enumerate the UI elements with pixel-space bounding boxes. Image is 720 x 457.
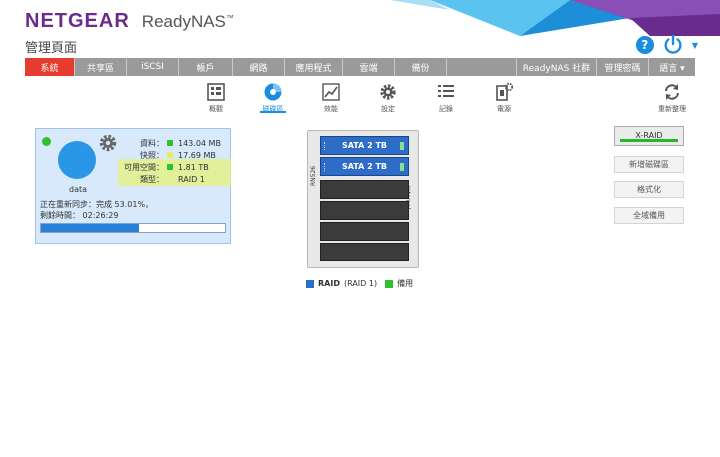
subnav-settings[interactable]: 設定: [368, 82, 408, 114]
empty-bay-6[interactable]: [320, 243, 409, 261]
chevron-down-icon[interactable]: ▼: [692, 41, 698, 50]
readynas-admin-page: NETGEAR ReadyNAS™ 管理頁面 ? ▼ 系統 共享區 iSCSI …: [0, 0, 720, 457]
new-volume-button[interactable]: 新增磁碟區: [614, 156, 684, 173]
help-icon[interactable]: ?: [635, 36, 654, 54]
disk-led: [400, 142, 404, 150]
product-name: ReadyNAS™: [141, 12, 234, 31]
chassis-model: RN526: [310, 165, 317, 186]
disk-bay-2[interactable]: SATA 2 TB: [320, 157, 409, 176]
tab-admin-password[interactable]: 管理密碼: [597, 58, 649, 76]
nav-spacer: [447, 58, 517, 76]
progress-fill: [41, 224, 139, 232]
format-button[interactable]: 格式化: [614, 181, 684, 198]
main-nav: 系統 共享區 iSCSI 帳戶 網路 應用程式 雲端 備份 ReadyNAS 社…: [25, 58, 695, 76]
tab-apps[interactable]: 應用程式: [285, 58, 343, 76]
page-title: 管理頁面: [25, 41, 78, 56]
sub-toolbar: 概觀 磁碟區 效能 設定 記錄 電源 重新整理: [0, 82, 720, 118]
netgear-logo: NETGEAR: [25, 10, 130, 32]
empty-bay-3[interactable]: [320, 180, 409, 199]
status-dot: [42, 137, 51, 146]
xraid-button[interactable]: X-RAID: [614, 126, 684, 146]
volume-icon: [264, 83, 282, 101]
disk-legend: RAID (RAID 1) 備用: [306, 278, 413, 289]
gear-icon[interactable]: [98, 133, 118, 153]
subnav-performance[interactable]: 效能: [311, 82, 351, 114]
brand: NETGEAR ReadyNAS™: [25, 10, 234, 33]
raid-swatch: [306, 279, 314, 288]
nas-chassis: RN526 Internal SATA 2 TB SATA 2 TB: [307, 130, 419, 268]
stat-free-space: 可用空間： 1.81 TB: [124, 162, 209, 172]
volume-usage-circle: [58, 141, 96, 179]
tab-system[interactable]: 系統: [25, 58, 75, 76]
spare-swatch: [385, 279, 394, 288]
volume-name: data: [69, 185, 88, 194]
tab-network[interactable]: 網路: [233, 58, 285, 76]
settings-icon: [380, 84, 396, 100]
subnav-logs[interactable]: 記錄: [426, 82, 466, 114]
tab-iscsi[interactable]: iSCSI: [127, 58, 179, 76]
stat-snapshots: 快照： 17.69 MB: [140, 150, 216, 160]
performance-icon: [322, 83, 340, 101]
empty-bay-5[interactable]: [320, 222, 409, 241]
disk-bay-1[interactable]: SATA 2 TB: [320, 136, 409, 155]
subnav-power[interactable]: 電源: [484, 82, 524, 114]
empty-bay-4[interactable]: [320, 201, 409, 220]
volume-stats: 資料： 143.04 MB 快照： 17.69 MB 可用空間： 1.81 TB…: [120, 137, 221, 185]
power-icon[interactable]: [662, 34, 684, 56]
tab-accounts[interactable]: 帳戶: [179, 58, 233, 76]
power-settings-icon: [496, 82, 514, 101]
volume-panel[interactable]: data 資料： 143.04 MB 快照： 17.69 MB 可用空間： 1.…: [35, 128, 231, 244]
header-decoration: [390, 0, 720, 36]
tab-cloud[interactable]: 雲端: [343, 58, 395, 76]
overview-icon: [207, 83, 225, 101]
stat-type: 類型： RAID 1: [140, 174, 205, 184]
tab-community[interactable]: ReadyNAS 社群: [517, 58, 597, 76]
stat-data: 資料： 143.04 MB: [140, 138, 221, 148]
logs-icon: [438, 85, 454, 97]
refresh-icon: [665, 84, 679, 100]
top-icons: ? ▼: [635, 34, 698, 56]
active-underline: [260, 111, 286, 113]
tab-shares[interactable]: 共享區: [75, 58, 127, 76]
tab-backup[interactable]: 備份: [395, 58, 447, 76]
resync-status: 正在重新同步：完成 53.01%， 剩餘時間： 02:26:29: [40, 200, 154, 220]
global-spare-button[interactable]: 全域備用: [614, 207, 684, 224]
xraid-status-bar: [620, 139, 678, 142]
resync-progress-bar: [40, 223, 226, 233]
subnav-volumes[interactable]: 磁碟區: [253, 82, 293, 114]
refresh-button[interactable]: 重新整理: [652, 82, 692, 114]
disk-led: [400, 163, 404, 171]
tab-language[interactable]: 語言 ▾: [649, 58, 695, 76]
subnav-overview[interactable]: 概觀: [196, 82, 236, 114]
